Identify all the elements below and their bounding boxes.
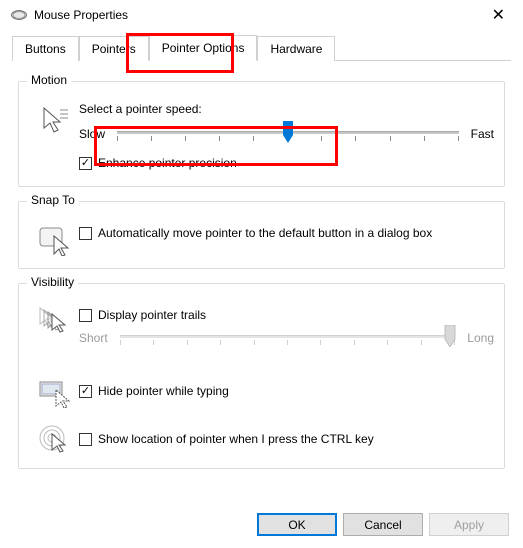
apply-button: Apply [429,513,509,536]
tab-hardware[interactable]: Hardware [257,36,335,61]
snap-to-checkbox[interactable]: Automatically move pointer to the defaul… [79,226,494,240]
tab-buttons[interactable]: Buttons [12,36,79,61]
tab-pointers[interactable]: Pointers [79,36,149,61]
checkbox-icon [79,309,92,322]
hide-typing-label: Hide pointer while typing [98,384,229,398]
ctrl-locate-icon [38,424,70,456]
hide-typing-icon [38,376,70,408]
checkbox-icon [79,157,92,170]
dialog-buttons: OK Cancel Apply [257,513,509,536]
hide-typing-checkbox[interactable]: Hide pointer while typing [79,384,494,398]
pointer-trails-slider [120,326,456,350]
ok-button[interactable]: OK [257,513,337,536]
ctrl-locate-label: Show location of pointer when I press th… [98,432,374,446]
close-icon[interactable]: ✕ [484,5,513,25]
checkbox-icon [79,385,92,398]
snap-to-label: Automatically move pointer to the defaul… [98,226,432,240]
checkbox-icon [79,433,92,446]
group-motion-legend: Motion [27,73,71,87]
enhance-precision-checkbox[interactable]: Enhance pointer precision [79,156,494,170]
enhance-precision-label: Enhance pointer precision [98,156,237,170]
cancel-button[interactable]: Cancel [343,513,423,536]
speed-fast-label: Fast [471,127,494,141]
window-title: Mouse Properties [34,8,484,22]
trails-short-label: Short [79,331,108,345]
group-motion: Motion Select a pointer speed: Slow [18,81,505,187]
pointer-trails-checkbox[interactable]: Display pointer trails [79,308,494,322]
pointer-speed-label: Select a pointer speed: [79,102,494,116]
pointer-trails-label: Display pointer trails [98,308,206,322]
snap-to-icon [38,224,70,256]
group-snap-to: Snap To Automatically move pointer to th… [18,201,505,269]
tabbar: Buttons Pointers Pointer Options Hardwar… [12,34,511,61]
tab-pointer-options[interactable]: Pointer Options [149,35,258,61]
content: Motion Select a pointer speed: Slow [0,61,523,469]
trails-long-label: Long [467,331,494,345]
checkbox-icon [79,227,92,240]
group-snap-to-legend: Snap To [27,193,79,207]
ctrl-locate-checkbox[interactable]: Show location of pointer when I press th… [79,432,494,446]
mouse-icon [10,8,28,22]
pointer-trails-icon [38,306,70,338]
group-visibility-legend: Visibility [27,275,78,289]
group-visibility: Visibility Display pointer trails Short [18,283,505,469]
titlebar: Mouse Properties ✕ [0,0,523,30]
cursor-speed-icon [38,104,70,136]
pointer-speed-slider[interactable] [117,122,459,146]
speed-slow-label: Slow [79,127,105,141]
